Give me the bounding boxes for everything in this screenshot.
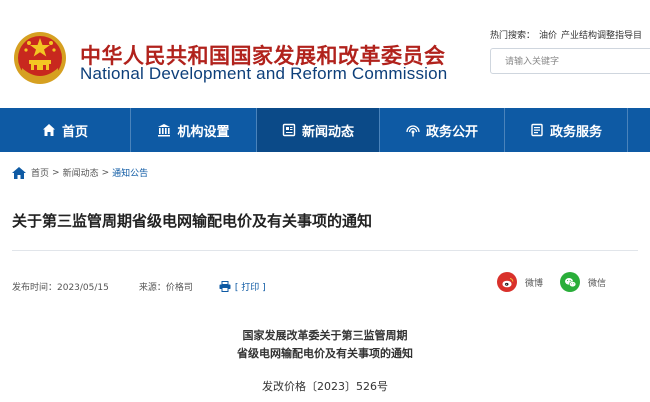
nav-label: 新闻动态 [301,124,354,140]
nav-label: 政务公开 [425,124,478,140]
nav-item-gov-services[interactable]: 政务服务 [505,108,627,152]
article-source: 来源：价格司 [138,283,193,293]
article-meta: 发布时间：2023/05/15 来源：价格司 [ 打印 ] [12,280,266,293]
article-title: 关于第三监管周期省级电网输配电价及有关事项的通知 [12,212,373,230]
breadcrumb-item[interactable]: 首页 [31,166,49,179]
title-divider [12,250,638,251]
nav-divider [627,108,628,152]
nav-item-gov-affairs[interactable]: 政务公开 [380,108,504,152]
hot-search-label: 热门搜索： [490,31,536,41]
broadcast-icon [406,125,420,137]
share-wechat-label: 微信 [588,278,607,289]
share-wechat-button[interactable]: 微信 [560,272,606,292]
nav-label: 政务服务 [549,124,602,140]
share-weibo-button[interactable]: 微博 [497,272,543,292]
wechat-icon [560,272,580,292]
nav-label: 机构设置 [177,124,230,140]
site-header: 中华人民共和国国家发展和改革委员会 National Development a… [0,0,650,108]
nav-item-home[interactable]: 首页 [0,108,130,152]
site-title-en: National Development and Reform Commissi… [80,64,448,83]
nav-item-organization[interactable]: 机构设置 [131,108,256,152]
document-title-line: 省级电网输配电价及有关事项的通知 [237,347,413,360]
national-emblem-icon[interactable] [12,28,68,88]
print-button[interactable]: [ 打印 ] [219,280,266,293]
hot-search-link[interactable]: 油价 [539,31,557,41]
home-icon[interactable] [12,166,26,179]
weibo-icon [497,272,517,292]
document-title-line: 国家发展改革委关于第三监管周期 [242,329,408,342]
breadcrumb-item[interactable]: 新闻动态 [63,166,99,179]
search-box [490,48,650,74]
breadcrumb-separator: > [52,167,60,178]
share-weibo-label: 微博 [525,278,544,289]
service-icon [531,123,543,137]
breadcrumb-item-current[interactable]: 通知公告 [112,166,148,179]
document-number: 发改价格〔2023〕526号 [262,380,388,393]
hot-search-link[interactable]: 产业结构调整指导目 [561,31,642,41]
breadcrumb-separator: > [101,167,110,178]
nav-label: 首页 [61,124,88,140]
search-input[interactable] [491,50,650,74]
breadcrumb: 首页 > 新闻动态 > 通知公告 [12,166,148,179]
home-icon [42,124,55,136]
print-label: [ 打印 ] [234,283,266,293]
nav-item-news[interactable]: 新闻动态 [257,108,379,152]
news-icon [282,123,296,137]
printer-icon [219,281,231,292]
hot-search: 热门搜索： 油价 产业结构调整指导目 [490,28,650,41]
main-nav: 首页 机构设置 新闻动态 政务公开 政务服务 [0,108,650,152]
building-icon [158,124,171,137]
publish-date: 发布时间：2023/05/15 [12,283,109,293]
